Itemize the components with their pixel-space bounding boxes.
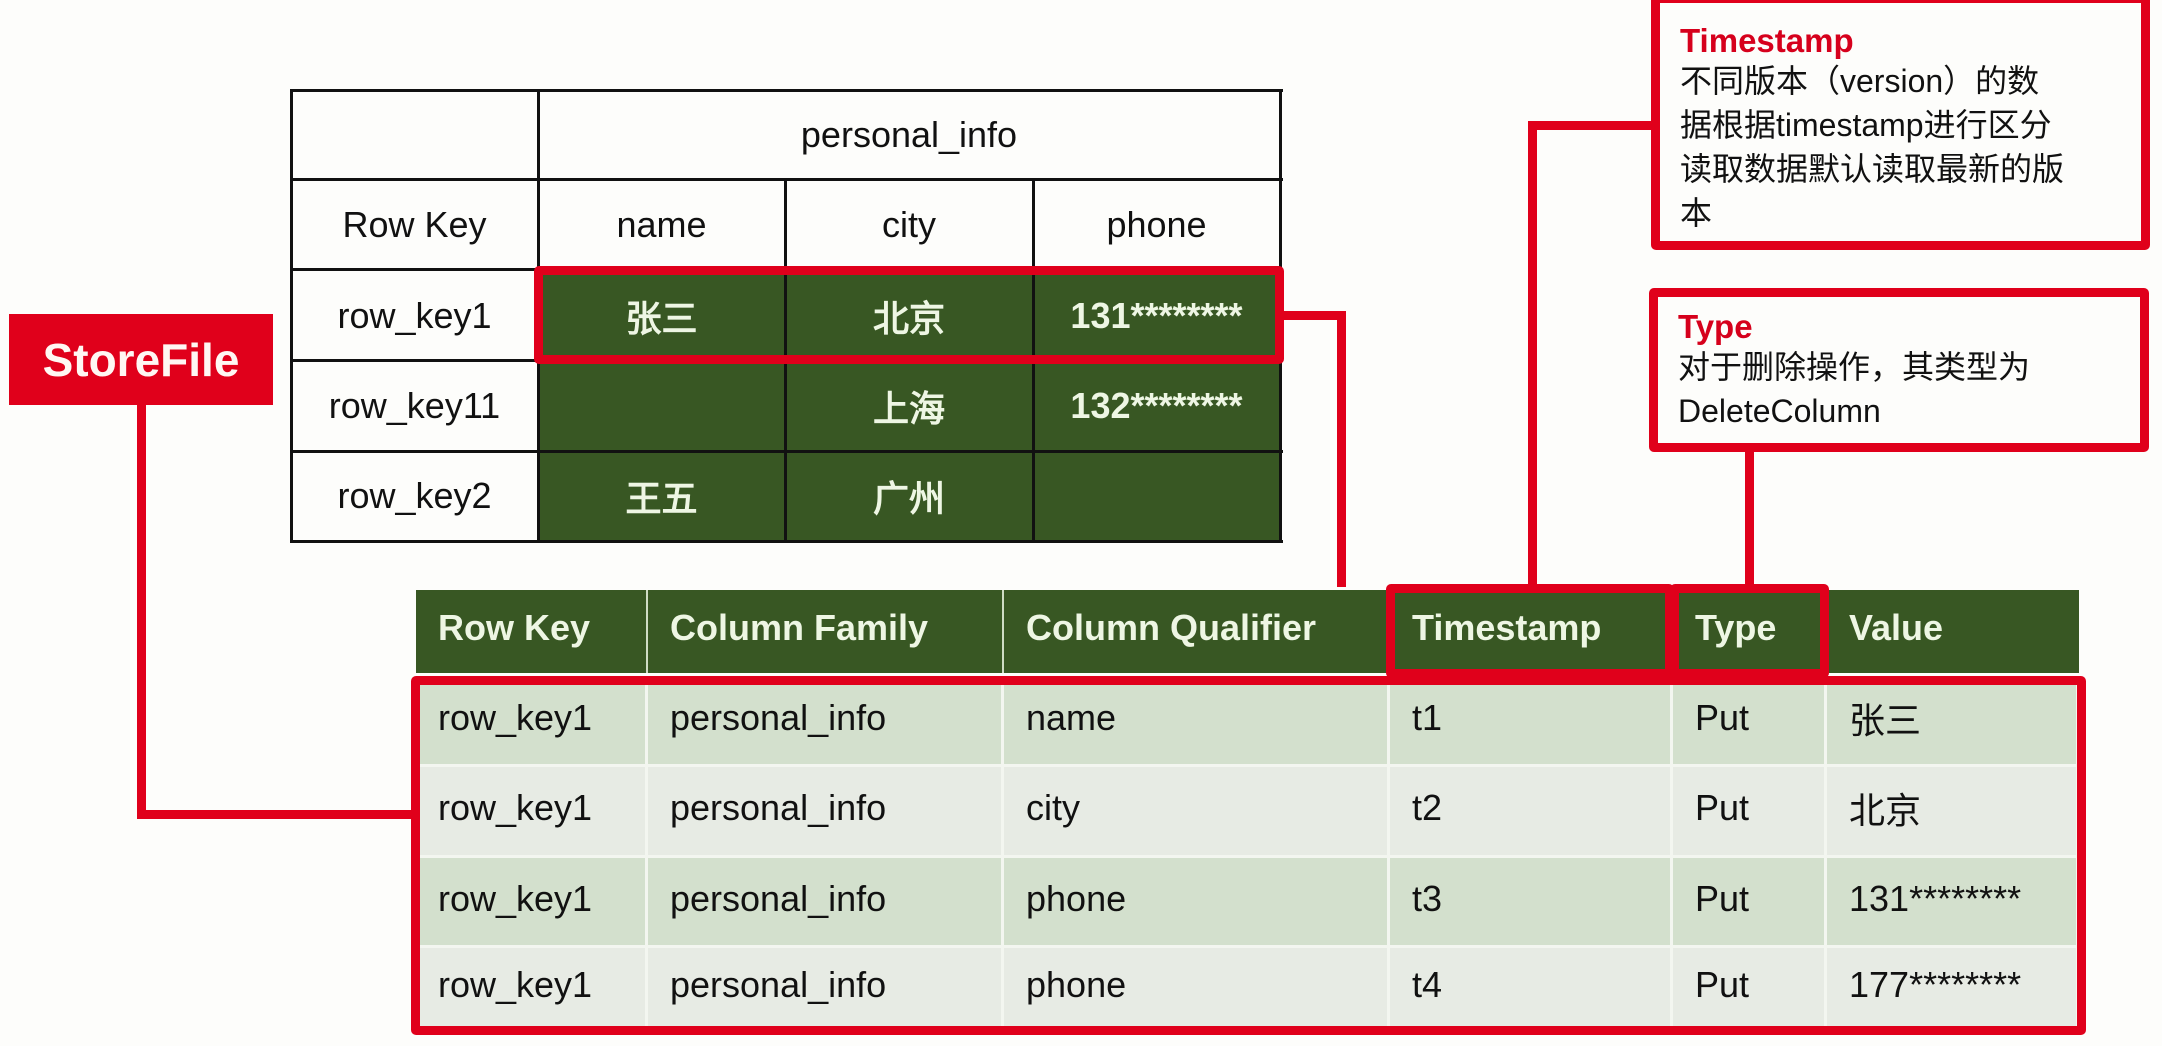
type-connector bbox=[1745, 450, 1754, 587]
timestamp-connector bbox=[1528, 121, 1537, 587]
column-header-name: name bbox=[616, 203, 707, 245]
data-cell: 上海 bbox=[785, 361, 1033, 451]
timestamp-header-highlight bbox=[1386, 584, 1674, 678]
type-callout-title: Type bbox=[1678, 308, 1753, 345]
type-callout-line: DeleteColumn bbox=[1678, 393, 1881, 429]
header-value: Value bbox=[1827, 590, 2079, 673]
kv-rows-highlight-box bbox=[411, 676, 2086, 1035]
grid-line bbox=[291, 540, 1283, 543]
header-row-key: Row Key bbox=[416, 590, 648, 673]
type-callout-line: 对于删除操作，其类型为 bbox=[1678, 349, 2031, 385]
column-header-phone: phone bbox=[1106, 203, 1207, 245]
grid-line bbox=[291, 450, 1283, 453]
column-header-city: city bbox=[882, 203, 936, 245]
timestamp-callout-line: 据根据timestamp进行区分 bbox=[1680, 107, 2052, 143]
data-cell bbox=[538, 361, 785, 451]
timestamp-connector bbox=[1528, 121, 1656, 130]
column-family-header: personal_info bbox=[800, 113, 1018, 155]
grid-line bbox=[290, 89, 293, 543]
row-key-cell: row_key1 bbox=[337, 294, 492, 336]
grid-line bbox=[291, 89, 1283, 92]
row-key-header: Row Key bbox=[342, 203, 487, 245]
header-column-family: Column Family bbox=[648, 590, 1004, 673]
type-header-highlight bbox=[1670, 584, 1829, 678]
row-key-cell: row_key11 bbox=[328, 385, 501, 426]
data-cell: 王五 bbox=[538, 451, 785, 541]
corner-cell bbox=[291, 90, 538, 179]
row-key-cell: row_key2 bbox=[337, 475, 492, 516]
data-cell: 132******** bbox=[1033, 361, 1280, 451]
storefile-connector bbox=[137, 810, 415, 819]
timestamp-callout-line: 不同版本（version）的数 bbox=[1680, 63, 2040, 99]
timestamp-callout: Timestamp 不同版本（version）的数 据根据timestamp进行… bbox=[1651, 0, 2150, 250]
data-cell bbox=[1033, 451, 1280, 541]
connector-line bbox=[1337, 311, 1346, 587]
timestamp-callout-title: Timestamp bbox=[1680, 22, 1854, 59]
grid-line bbox=[291, 178, 1283, 181]
data-cell: 广州 bbox=[785, 451, 1033, 541]
storefile-label: StoreFile bbox=[9, 314, 273, 405]
type-callout: Type 对于删除操作，其类型为 DeleteColumn bbox=[1649, 288, 2149, 452]
storefile-connector bbox=[137, 404, 146, 819]
header-column-qualifier: Column Qualifier bbox=[1004, 590, 1390, 673]
timestamp-callout-line: 读取数据默认读取最新的版 bbox=[1680, 151, 2065, 187]
timestamp-callout-line: 本 bbox=[1680, 195, 1713, 231]
row-highlight-box bbox=[534, 266, 1284, 364]
